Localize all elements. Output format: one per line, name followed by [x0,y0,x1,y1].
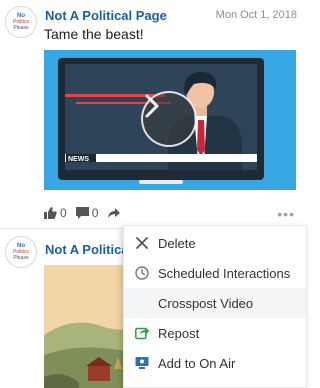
menu-item-repost[interactable]: Repost [124,318,306,348]
menu-item-label: Add to On Air [158,355,236,371]
comment-count: 0 [91,206,99,220]
landscape-illustration [44,265,134,388]
post-actions: 0 0 [44,205,132,221]
post-timestamp: Mon Oct 1, 2018 [215,9,297,21]
video-thumbnail[interactable]: NEWS [44,50,296,190]
page-name-link[interactable]: Not A Political Page [45,8,167,23]
news-ticker-label: NEWS [68,156,89,163]
repost-icon [134,325,150,341]
menu-item-label: Repost [158,325,200,341]
post-options-menu: Delete Scheduled Interactions Crosspost … [123,225,307,388]
play-button[interactable] [141,91,197,147]
on-air-icon [134,355,150,371]
post-image[interactable] [44,265,134,388]
share-icon [108,208,121,218]
post-card: No Politics Please Not A Political Page … [0,0,307,225]
x-icon [134,235,150,251]
menu-item-label: Scheduled Interactions [158,265,291,281]
comment-button[interactable]: 0 [75,206,99,220]
menu-item-scheduled-interactions[interactable]: Scheduled Interactions [124,258,306,288]
page-name-link[interactable]: Not A Political [45,242,132,257]
page-avatar[interactable]: No Politics Please [5,236,37,268]
post-text: Tame the beast! [44,26,144,42]
menu-item-delete[interactable]: Delete [124,228,306,258]
menu-item-label: Delete [158,235,196,251]
avatar-text: Please [13,255,29,261]
thumbs-up-icon [44,207,57,219]
more-options-icon[interactable]: ••• [277,206,295,222]
menu-item-add-to-on-air[interactable]: Add to On Air [124,348,306,378]
menu-item-crosspost-video[interactable]: Crosspost Video [124,288,306,318]
clock-icon [134,265,150,281]
like-button[interactable]: 0 [44,206,67,220]
chevron-right-icon [145,94,159,118]
menu-item-label: Crosspost Video [158,295,254,311]
comment-icon [75,207,89,219]
page-avatar[interactable]: No Politics Please [5,6,37,38]
share-button[interactable] [107,207,123,219]
like-count: 0 [60,206,67,220]
avatar-text: Please [13,25,29,31]
